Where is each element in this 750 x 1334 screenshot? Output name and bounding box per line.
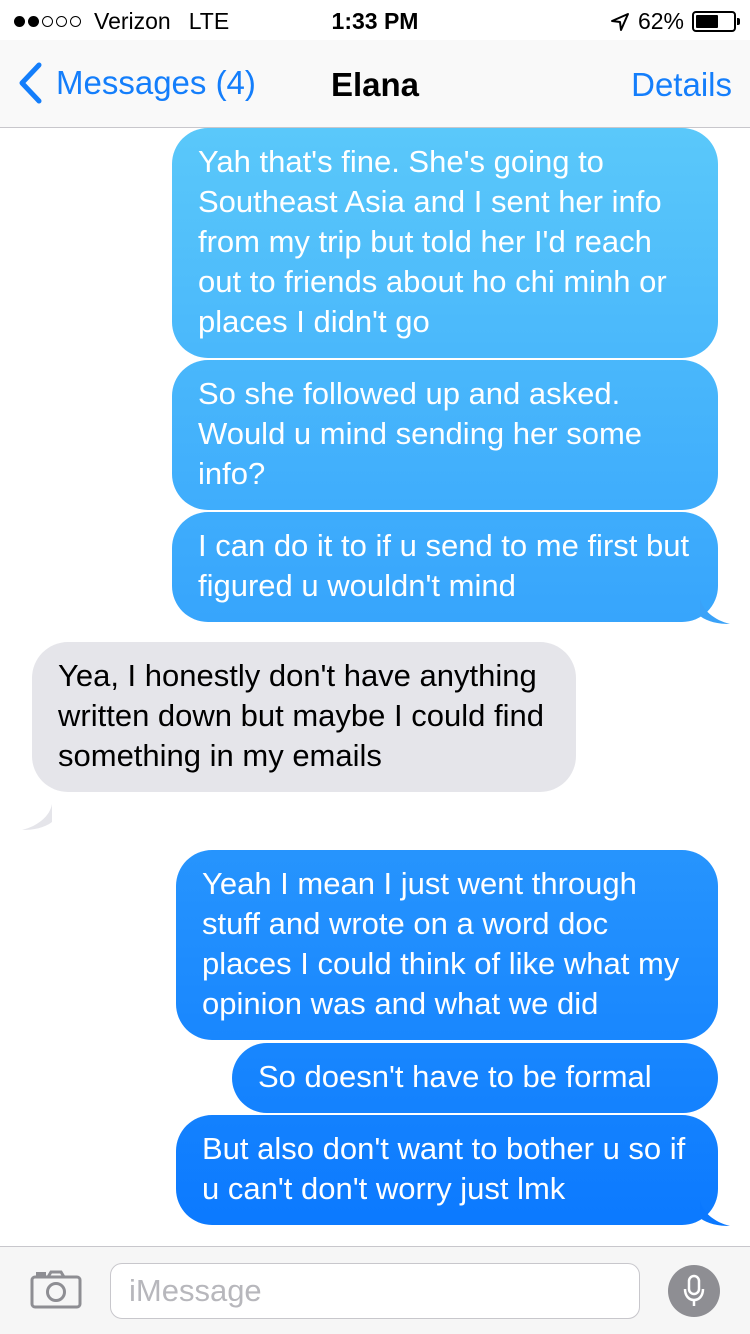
incoming-message-bubble[interactable]: Yea, I honestly don't have anything writ… — [32, 642, 576, 792]
status-bar: Verizon LTE 1:33 PM 62% — [0, 0, 750, 40]
microphone-icon — [683, 1274, 705, 1306]
battery-icon — [692, 11, 740, 32]
camera-icon — [30, 1270, 82, 1309]
outgoing-message-bubble[interactable]: Yah that's fine. She's going to Southeas… — [172, 128, 718, 358]
outgoing-message-bubble[interactable]: So doesn't have to be formal — [232, 1043, 718, 1113]
status-right: 62% — [610, 8, 740, 35]
battery-fill — [696, 15, 718, 28]
bubble-tail — [700, 1200, 730, 1226]
outgoing-message-bubble[interactable]: So she followed up and asked. Would u mi… — [172, 360, 718, 510]
dictation-button[interactable] — [668, 1265, 720, 1317]
message-text: Yah that's fine. She's going to Southeas… — [198, 144, 667, 339]
battery-percent: 62% — [637, 8, 684, 34]
outgoing-message-bubble[interactable]: I can do it to if u send to me first but… — [172, 512, 718, 622]
message-text: So doesn't have to be formal — [258, 1059, 652, 1094]
bubble-tail — [700, 598, 730, 624]
message-text: I can do it to if u send to me first but… — [198, 528, 690, 603]
battery-tip — [737, 18, 740, 25]
bubble-tail — [22, 804, 52, 830]
outgoing-message-bubble[interactable]: But also don't want to bother u so if u … — [176, 1115, 718, 1225]
details-button[interactable]: Details — [631, 66, 732, 104]
message-text: Yeah I mean I just went through stuff an… — [202, 866, 680, 1021]
nav-bar: Messages (4) Elana Details — [0, 40, 750, 128]
message-input[interactable] — [111, 1264, 639, 1318]
message-text: So she followed up and asked. Would u mi… — [198, 376, 643, 491]
location-arrow-icon — [610, 12, 629, 31]
message-text: But also don't want to bother u so if u … — [202, 1131, 686, 1206]
compose-bar — [0, 1246, 750, 1334]
message-thread[interactable]: Yah that's fine. She's going to Southeas… — [0, 128, 750, 1246]
camera-button[interactable] — [30, 1269, 82, 1314]
message-text: Yea, I honestly don't have anything writ… — [58, 658, 544, 773]
message-input-container[interactable] — [110, 1263, 640, 1319]
outgoing-message-bubble[interactable]: Yeah I mean I just went through stuff an… — [176, 850, 718, 1040]
